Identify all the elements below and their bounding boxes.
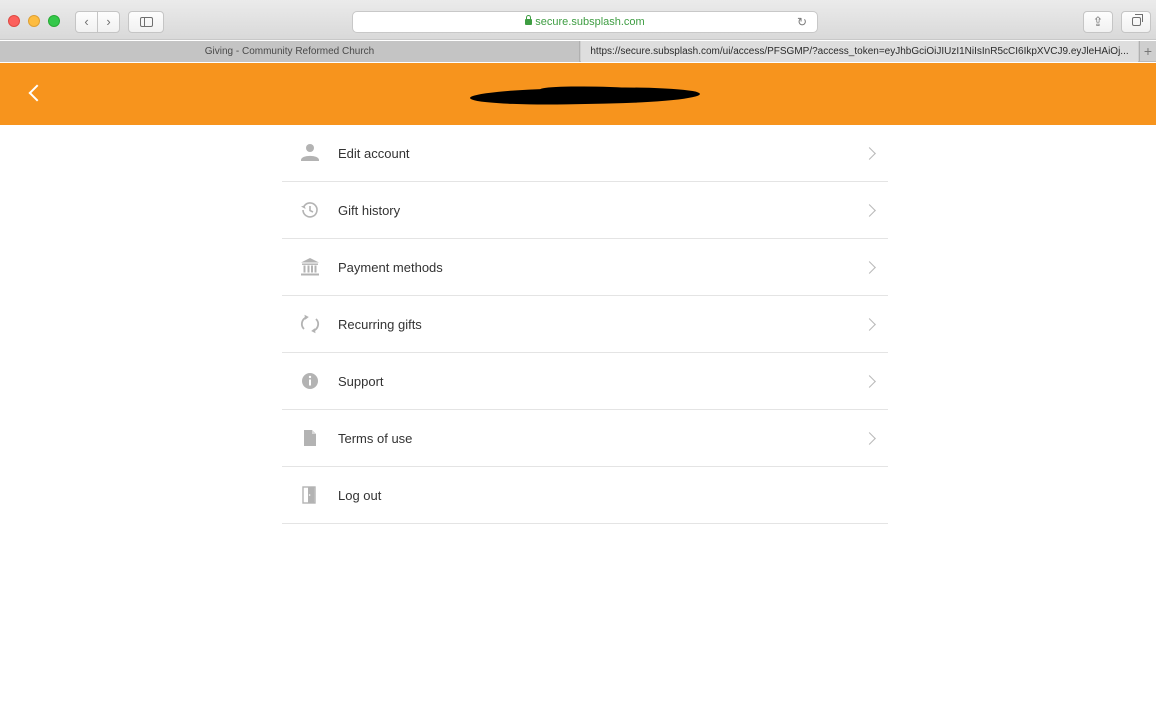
tab-access-token[interactable]: https://secure.subsplash.com/ui/access/P… <box>581 41 1138 62</box>
chevron-left-icon[interactable] <box>28 84 46 102</box>
address-text: secure.subsplash.com <box>535 16 645 28</box>
menu-item-label: Edit account <box>338 146 410 161</box>
menu-item-log-out[interactable]: Log out <box>282 467 888 524</box>
new-tab-button[interactable]: + <box>1139 41 1156 62</box>
menu-item-label: Payment methods <box>338 260 443 275</box>
bank-icon <box>300 257 320 277</box>
menu-item-recurring-gifts[interactable]: Recurring gifts <box>282 296 888 353</box>
address-bar[interactable]: secure.subsplash.com ↻ <box>352 11 818 33</box>
menu-item-label: Log out <box>338 488 382 503</box>
menu-item-payment-methods[interactable]: Payment methods <box>282 239 888 296</box>
account-menu: Edit account Gift history Payment method… <box>282 125 888 524</box>
share-icon: ⇪ <box>1092 14 1104 29</box>
show-tabs-button[interactable] <box>1121 11 1151 33</box>
menu-item-label: Terms of use <box>338 431 413 446</box>
recurring-icon <box>300 314 320 334</box>
chevron-right-icon <box>863 318 876 331</box>
minimize-window-icon[interactable] <box>28 15 40 27</box>
menu-item-gift-history[interactable]: Gift history <box>282 182 888 239</box>
menu-item-terms-of-use[interactable]: Terms of use <box>282 410 888 467</box>
person-icon <box>300 143 320 163</box>
tab-bar: Giving - Community Reformed Church https… <box>0 41 1156 62</box>
chevron-right-icon <box>863 147 876 160</box>
menu-item-label: Recurring gifts <box>338 317 422 332</box>
browser-toolbar: ‹ › secure.subsplash.com ↻ ⇪ <box>0 0 1156 40</box>
sidebar-icon <box>139 17 153 27</box>
document-icon <box>300 428 320 448</box>
back-forward-group: ‹ › <box>75 11 120 33</box>
sidebar-toggle-button[interactable] <box>128 11 164 33</box>
menu-item-edit-account[interactable]: Edit account <box>282 125 888 182</box>
info-icon <box>300 371 320 391</box>
close-window-icon[interactable] <box>8 15 20 27</box>
reload-icon[interactable]: ↻ <box>797 12 807 32</box>
lock-icon <box>525 15 533 25</box>
history-icon <box>300 200 320 220</box>
logout-door-icon <box>300 485 320 505</box>
menu-item-label: Gift history <box>338 203 401 218</box>
fullscreen-window-icon[interactable] <box>48 15 60 27</box>
browser-back-icon[interactable]: ‹ <box>76 12 98 32</box>
menu-item-support[interactable]: Support <box>282 353 888 410</box>
chevron-right-icon <box>863 204 876 217</box>
tab-giving[interactable]: Giving - Community Reformed Church <box>0 41 580 62</box>
tabs-icon <box>1131 14 1143 26</box>
chevron-right-icon <box>863 375 876 388</box>
chevron-right-icon <box>863 261 876 274</box>
menu-item-label: Support <box>338 374 384 389</box>
share-button[interactable]: ⇪ <box>1083 11 1113 33</box>
chevron-right-icon <box>863 432 876 445</box>
browser-forward-icon[interactable]: › <box>98 12 119 32</box>
